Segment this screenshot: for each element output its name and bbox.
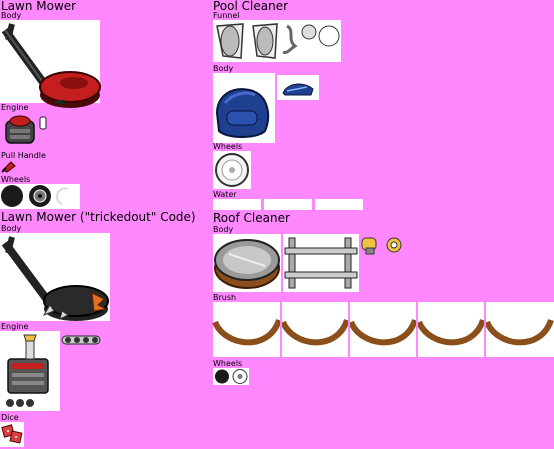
pool-cleaner-body-part: [277, 75, 319, 100]
lawn-mower-body-sprite: [0, 20, 101, 108]
trickedout-body-image: [1, 236, 109, 321]
dice-image: [1, 424, 23, 444]
dice-sprite: [0, 422, 24, 447]
brush-image: [212, 302, 554, 357]
water-sprite-1: [213, 199, 261, 210]
trickedout-engine-label: Engine: [1, 322, 29, 331]
roof-cleaner-handle-image: [284, 237, 358, 289]
brush-label: Brush: [213, 293, 237, 302]
funnel-image: [216, 23, 340, 59]
lawn-mower-wheels-label: Wheels: [1, 175, 31, 184]
pool-cleaner-body-label: Body: [213, 64, 234, 73]
roof-cleaner-body-label: Body: [213, 225, 234, 234]
pool-cleaner-wheel-image: [215, 153, 249, 187]
lawn-mower-wheels-image: [1, 185, 69, 207]
lawn-mower-engine-sprite: [5, 115, 47, 144]
pool-cleaner-wheels-label: Wheels: [213, 142, 243, 151]
roof-cleaner-wheels-sprite: [213, 368, 249, 385]
trickedout-engine-sprite: [0, 331, 60, 411]
lawn-mower-body-label: Body: [1, 11, 22, 20]
exhaust-pipes-sprite: [61, 335, 101, 345]
water-sprite-2: [264, 199, 312, 210]
pool-cleaner-body-sprite: [213, 73, 275, 143]
lawn-mower-wheels-sprite: [0, 184, 80, 209]
roof-cleaner-body-sprite: [213, 234, 281, 292]
pull-handle-sprite: [1, 161, 16, 173]
brush-sprites: [212, 302, 554, 357]
roof-cleaner-small-parts: [361, 237, 402, 255]
roof-cleaner-wheels-image: [215, 369, 248, 384]
funnel-label: Funnel: [213, 11, 240, 20]
trickedout-engine-image: [6, 334, 49, 407]
trickedout-body-sprite: [0, 233, 110, 321]
water-label: Water: [213, 190, 237, 199]
pool-cleaner-wheels-sprite: [213, 151, 251, 189]
pool-cleaner-body-part-image: [282, 83, 314, 96]
water-sprite-3: [315, 199, 363, 210]
trickedout-body-label: Body: [1, 224, 22, 233]
lawn-mower-engine-label: Engine: [1, 103, 29, 112]
pull-handle-label: Pull Handle: [1, 151, 46, 160]
funnel-sprites: [213, 20, 341, 62]
roof-cleaner-handle-sprite: [283, 234, 359, 292]
pool-cleaner-body-image: [215, 88, 270, 138]
lawn-mower-body-image: [1, 23, 101, 108]
dice-label: Dice: [1, 413, 19, 422]
sprite-sheet: Lawn Mower Body Engine Pull Handle Wheel…: [0, 0, 554, 449]
roof-cleaner-title: Roof Cleaner: [213, 211, 290, 225]
roof-cleaner-body-image: [214, 239, 280, 289]
roof-cleaner-wheels-label: Wheels: [213, 359, 243, 368]
lawn-mower-trickedout-title: Lawn Mower ("trickedout" Code): [1, 210, 196, 224]
